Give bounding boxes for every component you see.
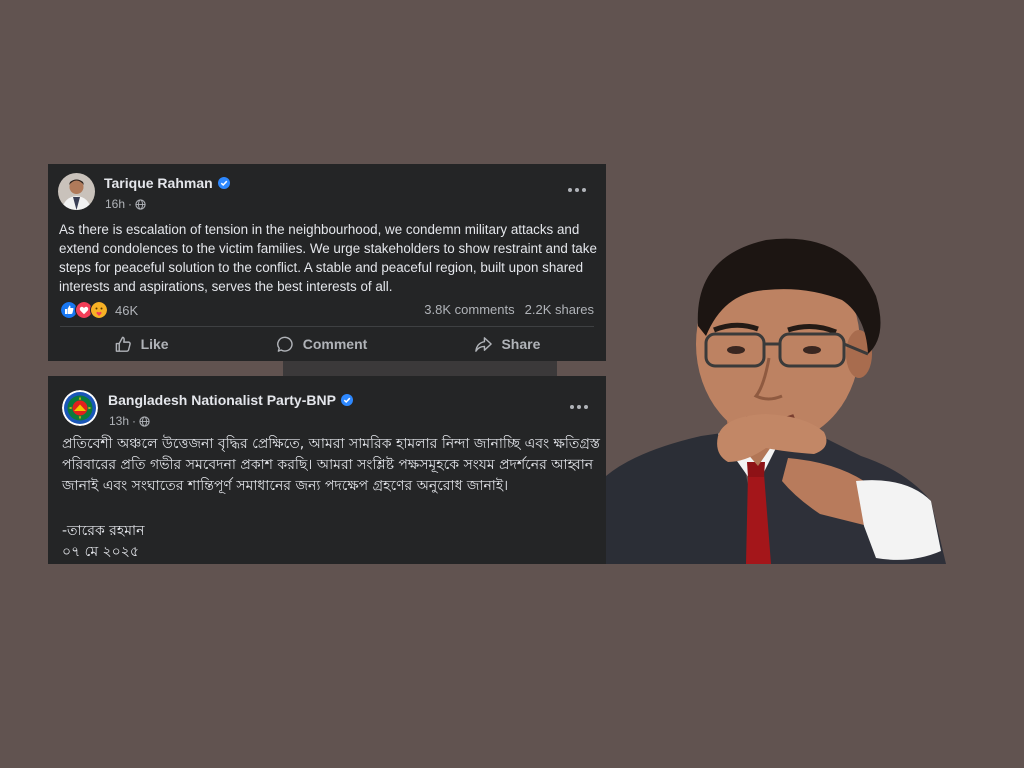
post-meta: 13h · <box>109 414 150 428</box>
post-date: ০৭ মে ২০২৫ <box>62 544 139 560</box>
like-button[interactable]: Like <box>114 335 169 354</box>
post-text: As there is escalation of tension in the… <box>59 222 597 294</box>
post-time[interactable]: 16h <box>105 197 125 211</box>
verified-badge-icon <box>217 177 230 189</box>
globe-icon <box>139 415 150 427</box>
page-logo[interactable] <box>62 390 98 426</box>
post-meta: 16h · <box>105 197 146 211</box>
portrait-photo <box>606 238 946 564</box>
more-options-icon[interactable] <box>568 403 590 411</box>
post-text: প্রতিবেশী অঞ্চলে উত্তেজনা বৃদ্ধির প্রেক্… <box>62 436 600 494</box>
more-options-icon[interactable] <box>566 186 588 194</box>
author-name[interactable]: Bangladesh Nationalist Party-BNP <box>108 392 353 408</box>
care-reaction-icon <box>90 301 108 319</box>
verified-badge-icon <box>340 394 353 406</box>
post-time[interactable]: 13h <box>109 414 129 428</box>
divider <box>60 326 594 327</box>
share-button[interactable]: Share <box>474 335 540 354</box>
share-icon <box>475 336 493 352</box>
comment-button[interactable]: Comment <box>276 335 367 354</box>
globe-icon <box>135 198 146 210</box>
author-avatar[interactable] <box>58 173 95 210</box>
facebook-post-bnp: Bangladesh Nationalist Party-BNP 13h · প… <box>48 376 606 564</box>
reactions-summary[interactable]: 46K <box>60 301 139 319</box>
author-name[interactable]: Tarique Rahman <box>104 175 230 191</box>
facebook-post-tarique: Tarique Rahman 16h · As there is escalat… <box>48 164 606 361</box>
reaction-count: 46K <box>115 302 139 318</box>
thumbs-up-icon <box>115 336 131 352</box>
shares-count[interactable]: 2.2K shares <box>525 302 594 317</box>
comment-icon <box>276 336 293 352</box>
post-actions: Like Comment Share <box>60 330 594 358</box>
comments-count[interactable]: 3.8K comments <box>424 302 514 317</box>
post-stats: 3.8K comments 2.2K shares <box>424 302 594 317</box>
